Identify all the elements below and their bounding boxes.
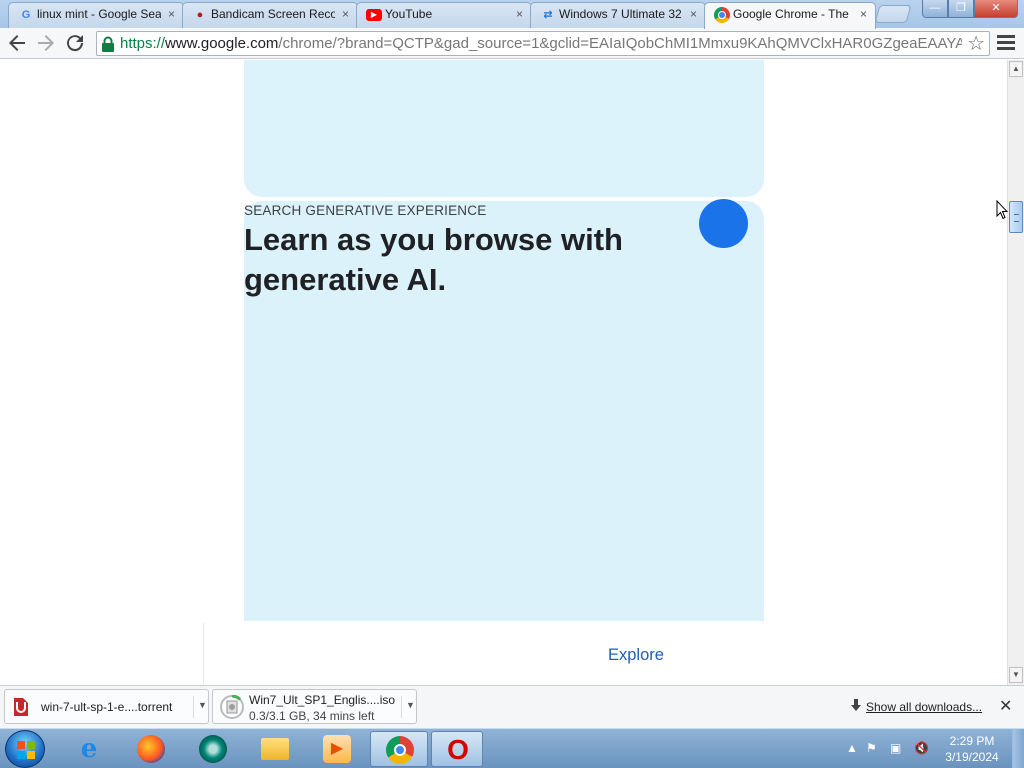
scroll-up-icon[interactable]: ▲ <box>1009 61 1023 77</box>
chrome-menu-icon[interactable] <box>997 35 1015 51</box>
vertical-scrollbar[interactable]: ▲ ▼ <box>1007 60 1024 685</box>
download-filename: Win7_Ult_SP1_Englis....iso <box>249 693 396 707</box>
action-center-flag-icon[interactable]: ⚑ <box>866 741 877 755</box>
tab-title: YouTube <box>385 7 433 21</box>
google-g-icon: G <box>21 9 31 21</box>
reload-button[interactable] <box>63 31 87 55</box>
mouse-pointer-icon <box>996 200 1008 220</box>
download-menu-chevron-icon[interactable]: ▼ <box>193 696 207 718</box>
window-controls: — ❐ ✕ <box>922 0 1018 18</box>
maximize-button[interactable]: ❐ <box>948 0 974 18</box>
download-item-torrent[interactable]: win-7-ult-sp-1-e....torrent ▼ <box>4 689 209 724</box>
url-host: www.google.com <box>165 35 279 52</box>
forward-arrow-icon <box>38 35 54 51</box>
back-button[interactable] <box>5 31 29 55</box>
close-window-button[interactable]: ✕ <box>974 0 1018 18</box>
tab-youtube[interactable]: ▶ YouTube × <box>356 2 532 28</box>
windows-logo-icon <box>17 741 35 759</box>
download-shelf: win-7-ult-sp-1-e....torrent ▼ Win7_Ult_S… <box>0 685 1024 728</box>
tab-close-icon[interactable]: × <box>168 3 175 25</box>
forward-button[interactable] <box>34 31 58 55</box>
reload-icon <box>67 35 84 52</box>
bandicam-icon: ● <box>196 9 204 21</box>
url-text[interactable]: https://www.google.com/chrome/?brand=QCT… <box>120 35 962 52</box>
torrent-file-icon <box>14 698 28 716</box>
show-all-downloads-link[interactable]: Show all downloads... <box>866 700 982 714</box>
tab-close-icon[interactable]: × <box>342 3 349 25</box>
tab-close-icon[interactable]: × <box>516 3 523 25</box>
tab-close-icon[interactable]: × <box>860 3 867 25</box>
show-all-downloads[interactable]: Show all downloads... <box>850 699 982 714</box>
taskbar-clock[interactable]: 2:29 PM 3/19/2024 <box>940 733 1004 765</box>
tab-linux-mint[interactable]: G linux mint - Google Sea × <box>8 2 184 28</box>
title-bar: G linux mint - Google Sea × ● Bandicam S… <box>0 0 1024 29</box>
browser-toolbar: https://www.google.com/chrome/?brand=QCT… <box>0 28 1024 59</box>
download-progress-text: 0.3/3.1 GB, 34 mins left <box>249 709 375 723</box>
feature-eyebrow: SEARCH GENERATIVE EXPERIENCE <box>244 203 487 218</box>
tab-title: Bandicam Screen Recor <box>211 7 335 21</box>
taskbar-media-player[interactable]: ▶ <box>310 731 364 767</box>
chrome-app-icon <box>386 736 414 764</box>
tab-windows-7[interactable]: ⇄ Windows 7 Ultimate 32 × <box>530 2 706 28</box>
download-filename: win-7-ult-sp-1-e....torrent <box>41 700 173 714</box>
explore-link[interactable]: Explore <box>608 646 664 665</box>
show-desktop-button[interactable] <box>1012 729 1024 768</box>
show-hidden-icons-icon[interactable]: ▲ <box>846 741 858 755</box>
tab-google-chrome[interactable]: Google Chrome - The F × <box>704 2 876 29</box>
address-bar[interactable]: https://www.google.com/chrome/?brand=QCT… <box>96 31 990 56</box>
lock-icon <box>102 36 114 52</box>
minimize-button[interactable]: — <box>922 0 948 18</box>
taskbar-chrome[interactable] <box>370 731 428 767</box>
scroll-thumb[interactable] <box>1009 201 1023 233</box>
chrome-icon <box>714 7 730 23</box>
carousel-indicator-dot[interactable] <box>699 199 748 248</box>
start-button[interactable] <box>5 730 45 768</box>
url-path: /chrome/?brand=QCTP&gad_source=1&gclid=E… <box>278 35 962 52</box>
clock-time: 2:29 PM <box>949 734 995 748</box>
windows-taskbar: e ▶ O ▲ ⚑ ▣ 🔇 2:29 PM 3/19/2024 <box>0 728 1024 768</box>
youtube-icon: ▶ <box>366 9 382 21</box>
download-item-iso[interactable]: Win7_Ult_SP1_Englis....iso 0.3/3.1 GB, 3… <box>212 689 417 724</box>
system-tray: ▲ ⚑ ▣ 🔇 2:29 PM 3/19/2024 <box>840 729 1024 768</box>
divider <box>203 623 204 685</box>
opera-icon: O <box>447 734 469 765</box>
scroll-down-icon[interactable]: ▼ <box>1009 667 1023 683</box>
new-tab-button[interactable] <box>874 5 912 23</box>
taskbar-internet-explorer[interactable]: e <box>62 731 116 767</box>
volume-muted-icon[interactable]: 🔇 <box>914 741 929 755</box>
bandicam-app-icon <box>199 735 227 763</box>
back-arrow-icon <box>9 35 25 51</box>
bookmark-star-icon[interactable]: ☆ <box>967 33 985 55</box>
media-player-icon: ▶ <box>323 735 351 763</box>
download-menu-chevron-icon[interactable]: ▼ <box>401 696 415 718</box>
url-scheme: https:// <box>120 35 166 52</box>
feature-headline: Learn as you browse with generative AI. <box>244 222 623 297</box>
tab-close-icon[interactable]: × <box>690 3 697 25</box>
taskbar-bandicam[interactable] <box>186 731 240 767</box>
tab-title: Windows 7 Ultimate 32 <box>559 7 682 21</box>
iso-file-icon <box>220 695 244 719</box>
pc-icon: ⇄ <box>543 9 553 21</box>
taskbar-explorer[interactable] <box>248 731 302 767</box>
clock-date: 3/19/2024 <box>945 750 999 764</box>
close-shelf-icon[interactable]: ✕ <box>999 696 1012 716</box>
tab-title: linux mint - Google Sea <box>37 7 161 21</box>
folder-icon <box>261 738 289 760</box>
tab-bandicam[interactable]: ● Bandicam Screen Recor × <box>182 2 358 28</box>
tab-title: Google Chrome - The F <box>733 7 853 21</box>
network-icon[interactable]: ▣ <box>890 741 901 755</box>
taskbar-firefox[interactable] <box>124 731 178 767</box>
feature-card-previous <box>244 60 764 197</box>
download-arrow-icon <box>851 699 861 711</box>
page-viewport: SEARCH GENERATIVE EXPERIENCE Learn as yo… <box>0 60 1007 685</box>
taskbar-opera[interactable]: O <box>431 731 483 767</box>
firefox-icon <box>137 735 165 763</box>
internet-explorer-icon: e <box>80 734 98 764</box>
